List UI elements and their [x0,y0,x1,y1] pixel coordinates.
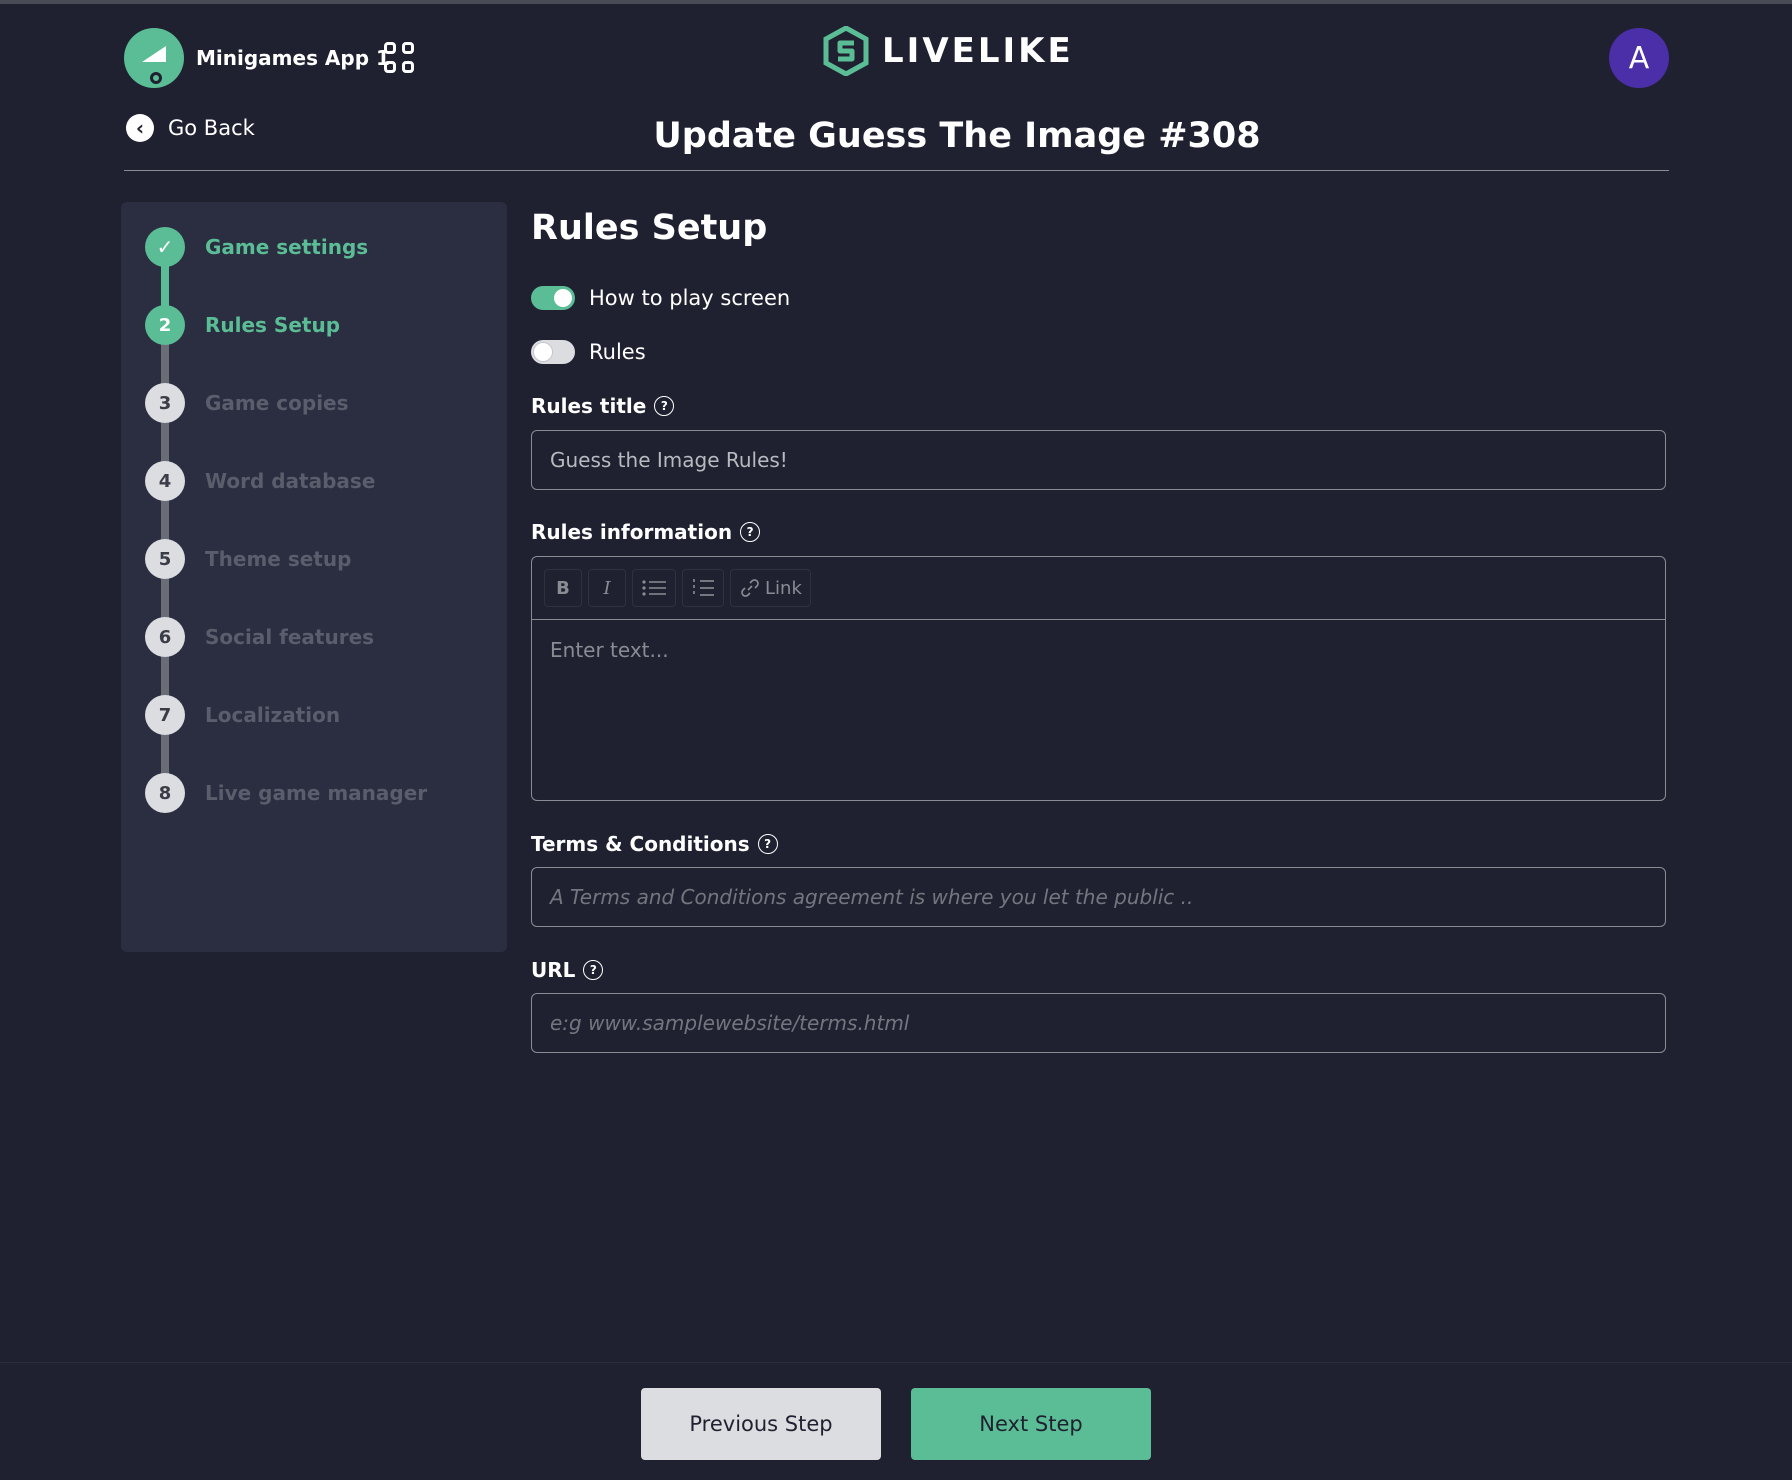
help-icon[interactable]: ? [740,522,761,542]
previous-step-button[interactable]: Previous Step [641,1388,881,1460]
url-label: URL ? [531,958,604,982]
step-number: 7 [145,695,185,735]
step-number: 3 [145,383,185,423]
url-input[interactable]: e:g www.samplewebsite/terms.html [531,993,1666,1053]
toggle-label: How to play screen [589,286,791,310]
step-label: Rules Setup [205,313,341,337]
numbered-list-button[interactable] [682,569,724,607]
app-name[interactable]: Minigames App 1 [196,46,390,70]
step-label: Game settings [205,235,369,259]
step-number: 4 [145,461,185,501]
top-border [0,0,1792,4]
app-logo-icon[interactable] [124,28,184,88]
rules-toggle-row: Rules [531,340,646,364]
link-button[interactable]: Link [730,569,811,607]
step-label: Word database [205,469,376,493]
page-title: Update Guess The Image #308 [653,116,1261,156]
link-icon [741,579,759,597]
rules-title-label: Rules title ? [531,394,675,418]
step-label: Localization [205,703,341,727]
step-social-features[interactable]: 6 Social features [145,617,374,657]
brand-name: LIVELIKE [882,31,1074,71]
footer-bar [0,1362,1792,1480]
bold-button[interactable]: B [544,569,582,607]
rules-information-textarea[interactable]: Enter text... [532,620,1665,680]
terms-label: Terms & Conditions ? [531,832,778,856]
toggle-label: Rules [589,340,646,364]
step-game-settings[interactable]: ✓ Game settings [145,227,368,267]
step-label: Social features [205,625,375,649]
step-game-copies[interactable]: 3 Game copies [145,383,349,423]
editor-toolbar: B I Link [532,557,1665,620]
bullet-list-button[interactable] [632,569,676,607]
label-text: Rules information [531,520,733,544]
step-number: 5 [145,539,185,579]
bullet-list-icon [642,580,666,596]
livelike-logo-icon [823,26,869,76]
numbered-list-icon [693,579,714,597]
brand-logo: LIVELIKE [822,26,1074,76]
terms-input[interactable]: A Terms and Conditions agreement is wher… [531,867,1666,927]
label-text: URL [531,958,576,982]
step-number: 8 [145,773,185,813]
step-label: Theme setup [205,547,352,571]
step-rules-setup[interactable]: 2 Rules Setup [145,305,340,345]
check-icon: ✓ [145,227,185,267]
step-label: Live game manager [205,781,428,805]
how-to-play-toggle-row: How to play screen [531,286,790,310]
italic-button[interactable]: I [588,569,626,607]
section-title: Rules Setup [531,208,768,248]
next-step-button[interactable]: Next Step [911,1388,1151,1460]
user-avatar[interactable]: A [1609,28,1669,88]
rules-toggle[interactable] [531,340,575,364]
step-sidebar: ✓ Game settings 2 Rules Setup 3 Game cop… [121,202,507,952]
step-localization[interactable]: 7 Localization [145,695,340,735]
step-word-database[interactable]: 4 Word database [145,461,375,501]
link-label: Link [765,577,802,599]
label-text: Rules title [531,394,647,418]
step-label: Game copies [205,391,349,415]
step-theme-setup[interactable]: 5 Theme setup [145,539,351,579]
label-text: Terms & Conditions [531,832,750,856]
how-to-play-toggle[interactable] [531,286,575,310]
step-number: 2 [145,305,185,345]
divider [124,170,1669,171]
help-icon[interactable]: ? [757,834,778,854]
help-icon[interactable]: ? [583,960,604,980]
rules-information-label: Rules information ? [531,520,761,544]
rules-title-input[interactable]: Guess the Image Rules! [531,430,1666,490]
step-live-game-manager[interactable]: 8 Live game manager [145,773,427,813]
rules-information-editor: B I Link Enter text... [531,556,1666,801]
help-icon[interactable]: ? [654,396,675,416]
step-number: 6 [145,617,185,657]
app-switcher-icon[interactable] [384,42,416,74]
